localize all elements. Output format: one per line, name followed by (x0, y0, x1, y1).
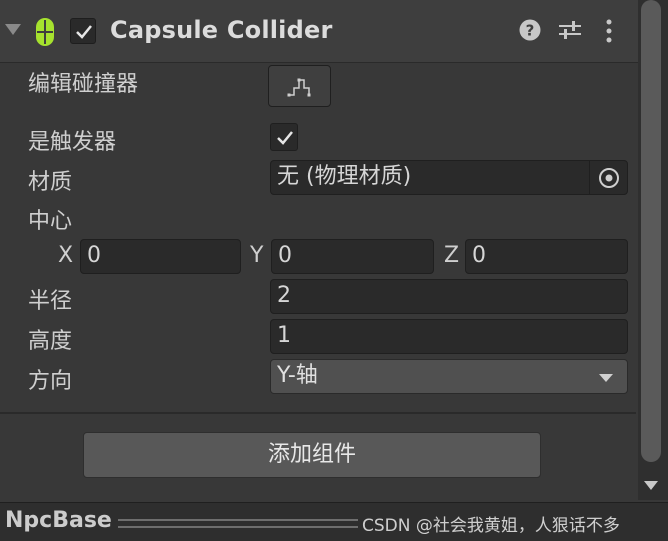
npcbase-title: NpcBase (5, 508, 112, 533)
material-field[interactable]: 无 (物理材质) (270, 160, 628, 195)
material-label: 材质 (28, 170, 73, 195)
direction-value: Y-轴 (277, 363, 318, 388)
radius-field[interactable]: 2 (270, 279, 628, 314)
checkmark-icon (76, 25, 92, 39)
center-x-label: X (58, 243, 74, 268)
scrollbar-thumb[interactable] (641, 0, 661, 462)
edit-collider-icon (287, 78, 311, 97)
center-z-label: Z (444, 243, 460, 268)
height-value: 1 (277, 323, 291, 348)
material-value: 无 (物理材质) (277, 164, 412, 189)
center-z-value: 0 (472, 243, 486, 268)
center-y-value: 0 (278, 243, 292, 268)
component-enabled-checkbox[interactable] (70, 18, 96, 44)
inspector-panel: Capsule Collider ? 编辑碰撞器 是触发器 材质 无 (物理材质… (0, 0, 668, 541)
center-x-value: 0 (87, 243, 101, 268)
object-picker-button[interactable] (589, 161, 627, 194)
component-header[interactable]: Capsule Collider ? (0, 0, 638, 63)
divider (0, 412, 636, 414)
object-picker-icon (598, 167, 619, 188)
center-y-label: Y (250, 243, 264, 268)
chevron-down-icon (599, 374, 613, 382)
center-z-field[interactable]: 0 (465, 239, 628, 274)
direction-label: 方向 (28, 369, 73, 394)
capsule-collider-icon (36, 18, 54, 46)
watermark-text: CSDN @社会我黄姐，人狠话不多 (362, 516, 620, 536)
more-menu-icon[interactable] (603, 18, 615, 44)
center-x-field[interactable]: 0 (80, 239, 241, 274)
radius-value: 2 (277, 283, 291, 308)
checkmark-icon (277, 131, 293, 145)
svg-text:?: ? (526, 22, 535, 40)
edit-collider-button[interactable] (268, 65, 331, 107)
foldout-arrow-icon[interactable] (5, 24, 21, 35)
height-label: 高度 (28, 329, 73, 354)
height-field[interactable]: 1 (270, 319, 628, 354)
is-trigger-label: 是触发器 (28, 130, 117, 155)
drag-handle-lines[interactable] (118, 519, 358, 528)
is-trigger-checkbox[interactable] (270, 123, 298, 151)
radius-label: 半径 (28, 289, 73, 314)
direction-dropdown[interactable]: Y-轴 (270, 359, 628, 394)
scroll-down-arrow-icon[interactable] (644, 481, 658, 490)
center-label: 中心 (28, 209, 73, 234)
help-icon[interactable]: ? (518, 18, 542, 42)
component-title: Capsule Collider (110, 16, 333, 44)
add-component-button[interactable]: 添加组件 (83, 432, 541, 478)
presets-icon[interactable] (557, 18, 583, 42)
edit-collider-label: 编辑碰撞器 (28, 72, 139, 97)
center-y-field[interactable]: 0 (271, 239, 434, 274)
